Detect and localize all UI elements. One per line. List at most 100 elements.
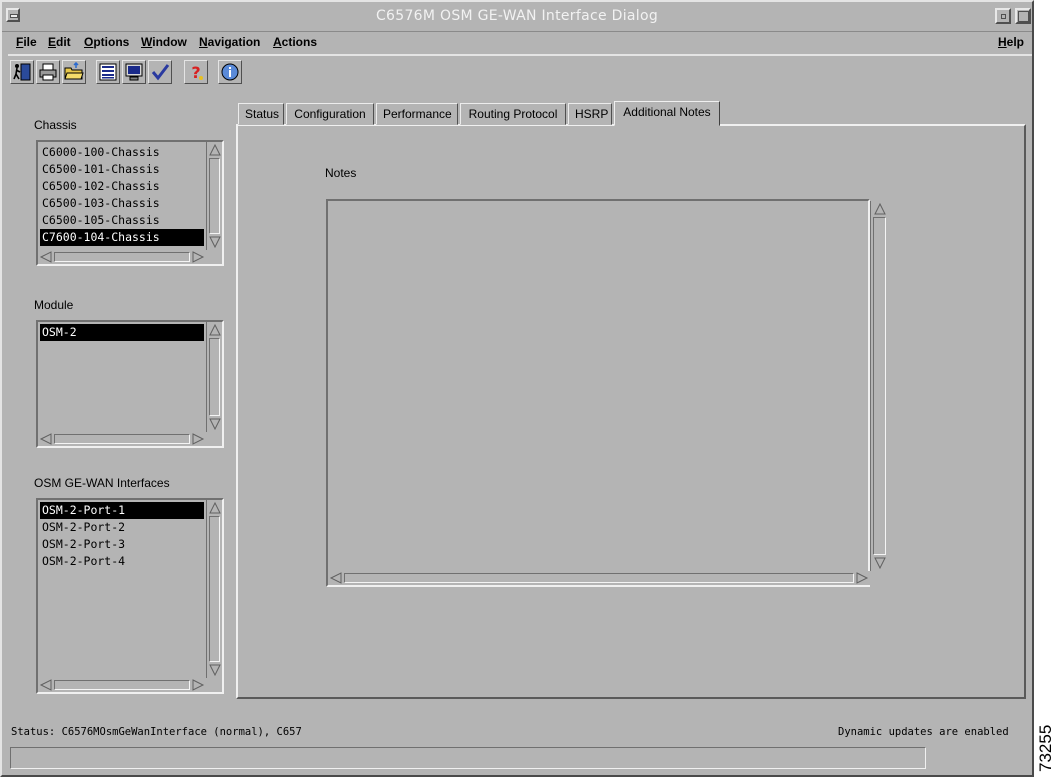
menu-help-mnemonic: H bbox=[998, 35, 1007, 49]
chassis-list-item[interactable]: C7600-104-Chassis bbox=[40, 229, 204, 246]
chassis-vertical-scrollbar[interactable] bbox=[206, 142, 222, 250]
window-title: C6576M OSM GE-WAN Interface Dialog bbox=[375, 8, 659, 24]
menu-options-mnemonic: O bbox=[84, 35, 94, 49]
notes-label: Notes bbox=[325, 166, 357, 180]
notes-horizontal-scrollbar[interactable] bbox=[328, 571, 870, 585]
scroll-trough[interactable] bbox=[209, 158, 220, 234]
scroll-left-arrow-icon[interactable] bbox=[329, 571, 343, 585]
scroll-down-arrow-icon[interactable] bbox=[208, 663, 222, 677]
scroll-trough[interactable] bbox=[209, 516, 220, 662]
scroll-up-arrow-icon[interactable] bbox=[873, 202, 887, 216]
help-question-icon: ? bbox=[191, 63, 203, 82]
interfaces-listbox[interactable]: OSM-2-Port-1 OSM-2-Port-2 OSM-2-Port-3 OSM-… bbox=[36, 498, 224, 694]
notes-vertical-scrollbar[interactable] bbox=[870, 201, 888, 571]
scroll-up-arrow-icon[interactable] bbox=[208, 501, 222, 515]
scroll-down-arrow-icon[interactable] bbox=[208, 417, 222, 431]
chassis-horizontal-scrollbar[interactable] bbox=[38, 250, 206, 264]
exit-icon bbox=[13, 63, 31, 81]
menu-actions-label: ctions bbox=[281, 35, 318, 49]
menu-options[interactable]: Options bbox=[84, 35, 129, 49]
scroll-down-arrow-icon[interactable] bbox=[208, 235, 222, 249]
menu-actions[interactable]: Actions bbox=[273, 35, 317, 49]
menu-edit-mnemonic: E bbox=[48, 35, 57, 49]
tab-performance[interactable]: Performance bbox=[376, 103, 458, 125]
monitor-button[interactable] bbox=[122, 60, 146, 84]
menu-help[interactable]: Help bbox=[998, 35, 1024, 49]
scroll-left-arrow-icon[interactable] bbox=[39, 250, 53, 264]
scroll-up-arrow-icon[interactable] bbox=[208, 143, 222, 157]
scroll-trough[interactable] bbox=[209, 338, 220, 416]
exit-button[interactable] bbox=[10, 60, 34, 84]
menu-edit[interactable]: Edit bbox=[48, 35, 71, 49]
interface-list-item[interactable]: OSM-2-Port-4 bbox=[40, 553, 204, 570]
maximize-button[interactable] bbox=[1015, 8, 1031, 24]
chassis-list-item[interactable]: C6500-105-Chassis bbox=[40, 212, 204, 229]
chassis-list-item[interactable]: C6500-103-Chassis bbox=[40, 195, 204, 212]
scroll-left-arrow-icon[interactable] bbox=[39, 432, 53, 446]
interfaces-horizontal-scrollbar[interactable] bbox=[38, 678, 206, 692]
dialog-window: C6576M OSM GE-WAN Interface Dialog File … bbox=[0, 0, 1034, 777]
scroll-right-arrow-icon[interactable] bbox=[855, 571, 869, 585]
menu-window[interactable]: Window bbox=[141, 35, 187, 49]
scroll-down-arrow-icon[interactable] bbox=[873, 556, 887, 570]
module-list-item[interactable]: OSM-2 bbox=[40, 324, 204, 341]
scroll-left-arrow-icon[interactable] bbox=[39, 678, 53, 692]
interfaces-list: OSM-2-Port-1 OSM-2-Port-2 OSM-2-Port-3 OSM-… bbox=[40, 502, 204, 570]
menu-file[interactable]: File bbox=[16, 35, 37, 49]
apply-button[interactable] bbox=[148, 60, 172, 84]
help-button[interactable]: ? bbox=[184, 60, 208, 84]
status-text: Status: C6576MOsmGeWanInterface (normal)… bbox=[11, 726, 302, 738]
module-vertical-scrollbar[interactable] bbox=[206, 322, 222, 432]
status-message-field bbox=[10, 747, 926, 769]
scroll-right-arrow-icon[interactable] bbox=[191, 678, 205, 692]
list-button[interactable] bbox=[96, 60, 120, 84]
chassis-label: Chassis bbox=[34, 118, 77, 132]
menu-actions-mnemonic: A bbox=[273, 35, 282, 49]
monitor-icon bbox=[125, 63, 143, 81]
tab-routing-protocol[interactable]: Routing Protocol bbox=[460, 103, 566, 125]
interfaces-label: OSM GE-WAN Interfaces bbox=[34, 476, 170, 490]
tab-configuration[interactable]: Configuration bbox=[286, 103, 374, 125]
interfaces-vertical-scrollbar[interactable] bbox=[206, 500, 222, 678]
chassis-list-item[interactable]: C6000-100-Chassis bbox=[40, 144, 204, 161]
chassis-list-item[interactable]: C6500-102-Chassis bbox=[40, 178, 204, 195]
scroll-up-arrow-icon[interactable] bbox=[208, 323, 222, 337]
module-label: Module bbox=[34, 298, 74, 312]
scroll-trough[interactable] bbox=[344, 573, 854, 583]
notes-textarea[interactable] bbox=[326, 199, 888, 587]
print-icon bbox=[39, 63, 57, 81]
menu-navigation[interactable]: Navigation bbox=[199, 35, 260, 49]
list-icon bbox=[99, 63, 117, 81]
module-listbox[interactable]: OSM-2 bbox=[36, 320, 224, 448]
menu-navigation-mnemonic: N bbox=[199, 35, 208, 49]
print-button[interactable] bbox=[36, 60, 60, 84]
interface-list-item[interactable]: OSM-2-Port-3 bbox=[40, 536, 204, 553]
tab-status[interactable]: Status bbox=[238, 103, 284, 125]
menu-help-label: elp bbox=[1006, 35, 1025, 49]
title-bar[interactable]: C6576M OSM GE-WAN Interface Dialog bbox=[2, 2, 1032, 32]
figure-id: 73255 bbox=[1036, 724, 1055, 772]
chassis-list: C6000-100-Chassis C6500-101-Chassis C6500-… bbox=[40, 144, 204, 246]
chassis-list-item[interactable]: C6500-101-Chassis bbox=[40, 161, 204, 178]
menu-window-mnemonic: W bbox=[141, 35, 153, 49]
menu-window-label: indow bbox=[152, 35, 187, 49]
scroll-trough[interactable] bbox=[54, 252, 190, 262]
module-list: OSM-2 bbox=[40, 324, 204, 341]
open-folder-button[interactable] bbox=[62, 60, 86, 84]
scroll-right-arrow-icon[interactable] bbox=[191, 250, 205, 264]
scroll-right-arrow-icon[interactable] bbox=[191, 432, 205, 446]
module-horizontal-scrollbar[interactable] bbox=[38, 432, 206, 446]
interface-list-item[interactable]: OSM-2-Port-2 bbox=[40, 519, 204, 536]
notes-text[interactable] bbox=[332, 205, 852, 565]
tab-additional-notes[interactable]: Additional Notes bbox=[614, 101, 720, 126]
minimize-button[interactable] bbox=[995, 8, 1011, 24]
chassis-listbox[interactable]: C6000-100-Chassis C6500-101-Chassis C6500-… bbox=[36, 140, 224, 266]
info-button[interactable] bbox=[218, 60, 242, 84]
scroll-trough[interactable] bbox=[54, 680, 190, 690]
scroll-trough[interactable] bbox=[54, 434, 190, 444]
toolbar: ? bbox=[10, 60, 410, 86]
scroll-trough[interactable] bbox=[873, 217, 886, 555]
interface-list-item[interactable]: OSM-2-Port-1 bbox=[40, 502, 204, 519]
svg-text:?: ? bbox=[191, 63, 200, 82]
tab-hsrp[interactable]: HSRP bbox=[568, 103, 612, 125]
